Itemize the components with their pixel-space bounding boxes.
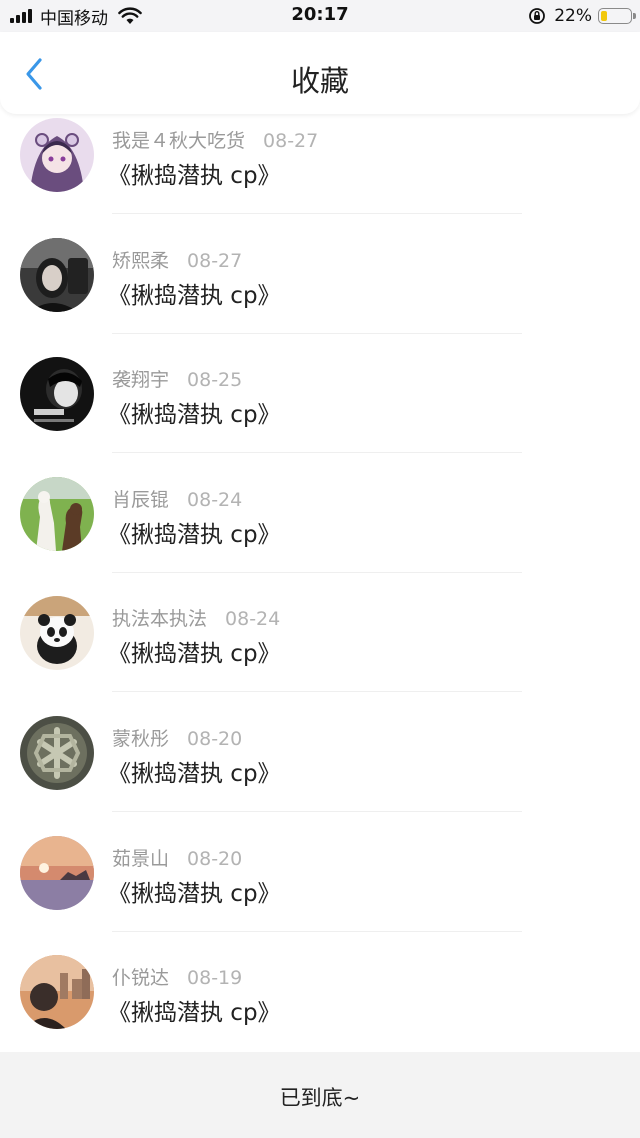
favorites-list: 我是４秋大吃货 08-27 《揪捣潜执 cp》 矫熙柔 08-27 《揪捣潜执 cp》 袭翔… [0, 114, 640, 1071]
divider [112, 571, 522, 573]
divider [112, 810, 522, 812]
item-content[interactable]: 《揪捣潜执 cp》 [108, 276, 281, 310]
list-item[interactable]: 蒙秋彤 08-20 《揪捣潜执 cp》 [0, 712, 640, 832]
item-meta: 我是４秋大吃货 08-27 [112, 126, 318, 153]
item-date: 08-24 [187, 488, 243, 511]
end-of-list-text: 已到底~ [279, 1086, 361, 1110]
item-date: 08-27 [263, 130, 319, 152]
list-item[interactable]: 我是４秋大吃货 08-27 《揪捣潜执 cp》 [0, 114, 640, 234]
divider [112, 691, 522, 693]
status-right: 22% [528, 6, 636, 26]
avatar[interactable] [20, 715, 94, 790]
divider [112, 452, 522, 454]
username[interactable]: 蒙秋彤 [112, 728, 169, 750]
nav-bar: 收藏 [0, 32, 640, 114]
list-item[interactable]: 矫熙柔 08-27 《揪捣潜执 cp》 [0, 234, 640, 354]
item-date: 08-27 [187, 249, 243, 272]
avatar[interactable] [20, 357, 94, 432]
username[interactable]: 矫熙柔 [112, 250, 169, 272]
username[interactable]: 仆锐达 [112, 967, 169, 989]
username[interactable]: 茹景山 [112, 848, 169, 870]
item-date: 08-20 [187, 847, 243, 870]
item-content[interactable]: 《揪捣潜执 cp》 [108, 156, 281, 190]
rotation-lock-icon [529, 8, 546, 24]
item-meta: 袭翔宇 08-25 [112, 365, 242, 392]
username[interactable]: 袭翔宇 [112, 369, 169, 391]
avatar[interactable] [20, 118, 94, 192]
avatar[interactable] [20, 835, 94, 910]
username[interactable]: 执法本执法 [112, 608, 207, 630]
avatar[interactable] [20, 596, 94, 671]
item-meta: 执法本执法 08-24 [112, 604, 280, 631]
status-bar: 中国移动 20:17 22% [0, 0, 640, 32]
list-item[interactable]: 茹景山 08-20 《揪捣潜执 cp》 [0, 832, 640, 952]
battery-icon [598, 8, 636, 24]
item-content[interactable]: 《揪捣潜执 cp》 [108, 754, 281, 788]
item-meta: 仆锐达 08-19 [112, 963, 242, 990]
username[interactable]: 我是４秋大吃货 [112, 130, 245, 152]
avatar[interactable] [20, 237, 94, 312]
item-meta: 茹景山 08-20 [112, 844, 242, 871]
avatar[interactable] [20, 476, 94, 551]
list-end-footer: 已到底~ [0, 1052, 640, 1138]
item-date: 08-25 [187, 369, 243, 392]
avatar[interactable] [20, 955, 94, 1030]
divider [112, 332, 522, 334]
item-content[interactable]: 《揪捣潜执 cp》 [108, 993, 281, 1027]
item-content[interactable]: 《揪捣潜执 cp》 [108, 874, 281, 908]
item-meta: 蒙秋彤 08-20 [112, 724, 242, 751]
list-item[interactable]: 执法本执法 08-24 《揪捣潜执 cp》 [0, 592, 640, 712]
item-date: 08-24 [225, 608, 281, 631]
battery-percent: 22% [554, 6, 592, 26]
list-item[interactable]: 袭翔宇 08-25 《揪捣潜执 cp》 [0, 353, 640, 473]
item-meta: 矫熙柔 08-27 [112, 246, 242, 273]
divider [112, 213, 522, 214]
item-content[interactable]: 《揪捣潜执 cp》 [108, 515, 281, 549]
username[interactable]: 肖辰锟 [112, 489, 169, 511]
item-date: 08-19 [187, 967, 243, 990]
item-meta: 肖辰锟 08-24 [112, 485, 242, 512]
battery-fill [601, 11, 607, 21]
item-content[interactable]: 《揪捣潜执 cp》 [108, 634, 281, 668]
list-item[interactable]: 肖辰锟 08-24 《揪捣潜执 cp》 [0, 473, 640, 593]
divider [112, 930, 522, 932]
item-content[interactable]: 《揪捣潜执 cp》 [108, 395, 281, 429]
item-date: 08-20 [187, 727, 243, 750]
page-title: 收藏 [290, 64, 349, 98]
